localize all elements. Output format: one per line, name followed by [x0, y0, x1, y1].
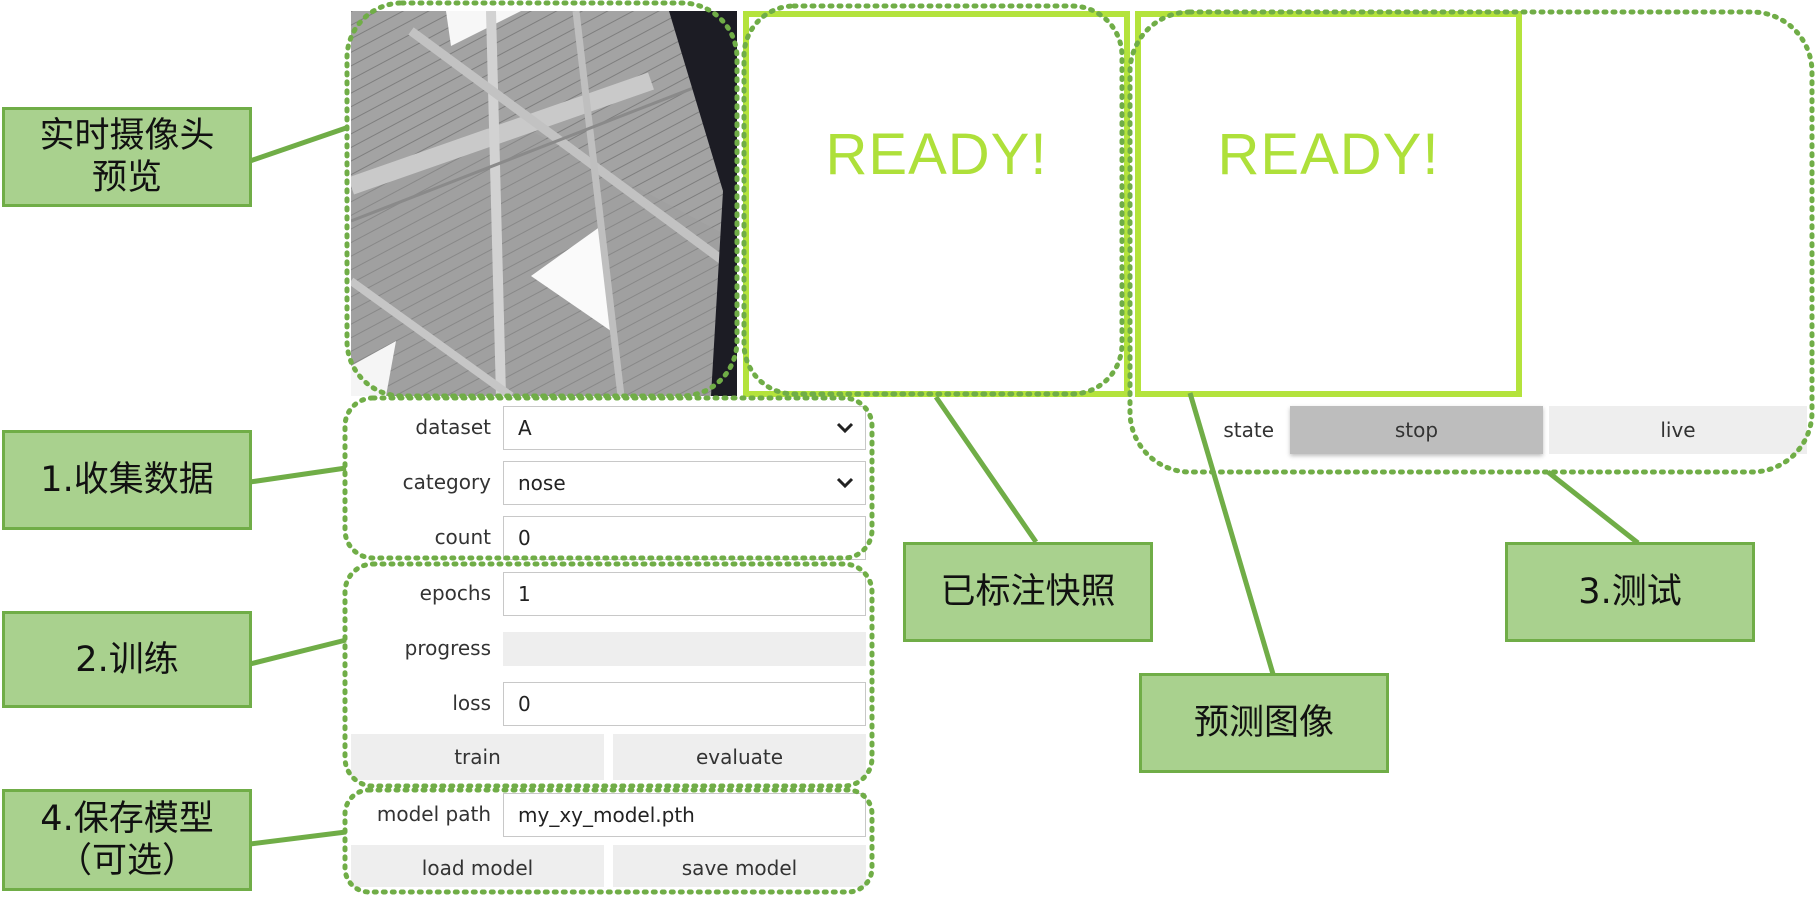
epochs-label: epochs	[419, 581, 491, 605]
ready-text: READY!	[1217, 121, 1440, 187]
count-field[interactable]: 0	[503, 516, 866, 560]
epochs-row: epochs 1	[351, 569, 866, 617]
connector-snapshot	[933, 395, 1039, 544]
stop-button[interactable]: stop	[1290, 406, 1543, 454]
progress-bar	[503, 632, 866, 666]
callout-text: 3.测试	[1578, 572, 1682, 612]
connector-collect	[249, 465, 347, 485]
loss-field[interactable]: 0	[503, 682, 866, 726]
progress-row: progress	[351, 624, 866, 672]
callout-annotated-snapshot: 已标注快照	[903, 542, 1153, 642]
evaluate-button[interactable]: evaluate	[613, 734, 866, 780]
model-path-row: model path my_xy_model.pth	[351, 790, 866, 838]
chevron-down-icon	[836, 477, 854, 489]
connector-test	[1546, 470, 1640, 545]
model-path-field[interactable]: my_xy_model.pth	[503, 793, 866, 837]
live-button[interactable]: live	[1549, 406, 1807, 454]
dataset-value: A	[518, 416, 532, 440]
callout-prediction-image: 预测图像	[1139, 673, 1389, 773]
connector-camera	[249, 125, 347, 164]
train-button[interactable]: train	[351, 734, 604, 780]
callout-text: 实时摄像头 预览	[39, 116, 215, 198]
callout-text: 2.训练	[75, 639, 179, 680]
save-model-button[interactable]: save model	[613, 845, 866, 887]
category-row: category nose	[351, 458, 866, 506]
connector-train	[249, 637, 347, 667]
callout-text: 4.保存模型 （可选）	[40, 799, 214, 881]
callout-train: 2.训练	[2, 611, 252, 708]
dataset-select[interactable]: A	[503, 406, 866, 450]
state-label: state	[1223, 418, 1274, 442]
callout-text: 预测图像	[1193, 703, 1334, 743]
count-row: count 0	[351, 513, 866, 561]
progress-label: progress	[404, 636, 491, 660]
callout-collect-data: 1.收集数据	[2, 430, 252, 530]
annotated-snapshot-image: READY!	[743, 11, 1130, 397]
callout-text: 已标注快照	[940, 572, 1116, 612]
prediction-image: READY!	[1135, 11, 1522, 397]
camera-preview-image	[351, 11, 737, 396]
callout-camera-preview: 实时摄像头 预览	[2, 107, 252, 207]
callout-save-model: 4.保存模型 （可选）	[2, 789, 252, 891]
dataset-row: dataset A	[351, 403, 866, 451]
model-path-label: model path	[376, 802, 491, 826]
chevron-down-icon	[836, 422, 854, 434]
callout-text: 1.收集数据	[40, 460, 214, 500]
count-label: count	[434, 525, 491, 549]
category-value: nose	[518, 471, 566, 495]
callout-test: 3.测试	[1505, 542, 1755, 642]
loss-row: loss 0	[351, 679, 866, 727]
load-model-button[interactable]: load model	[351, 845, 604, 887]
dataset-label: dataset	[415, 415, 491, 439]
epochs-field[interactable]: 1	[503, 572, 866, 616]
category-label: category	[402, 470, 491, 494]
loss-label: loss	[452, 691, 491, 715]
category-select[interactable]: nose	[503, 461, 866, 505]
connector-save	[249, 829, 347, 847]
ready-text: READY!	[825, 121, 1048, 187]
